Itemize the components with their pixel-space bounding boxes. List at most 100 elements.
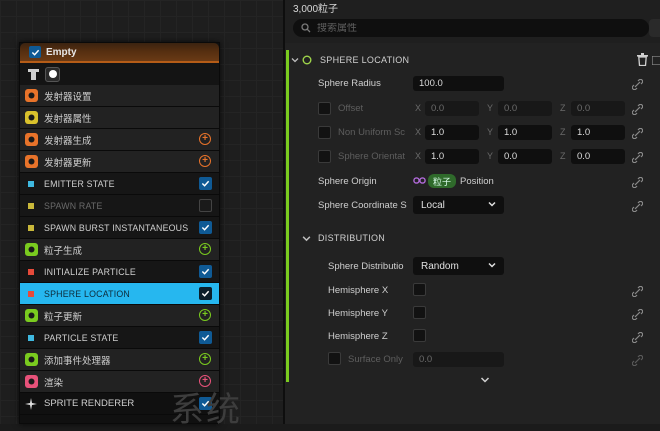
nonuniform-y-field[interactable]: 1.0 (498, 125, 552, 140)
sphere-distribution-value: Random (421, 260, 459, 272)
surface-only-field[interactable]: 0.0 (413, 352, 504, 367)
stack-row-initialize-particle[interactable]: INITIALIZE PARTICLE (20, 261, 219, 283)
link-icon[interactable] (632, 309, 643, 320)
sprite-preview-icon[interactable] (45, 66, 60, 82)
stack-row-label: 发射器生成 (44, 135, 92, 147)
offset-x-field[interactable]: 0.0 (425, 101, 479, 116)
module-icon (24, 331, 38, 345)
dots-icon[interactable] (652, 56, 660, 65)
add-module-icon[interactable]: + (199, 243, 211, 255)
hemisphere-x-checkbox[interactable] (413, 283, 426, 296)
module-enabled-checkbox[interactable] (199, 287, 212, 300)
stack-row-粒子更新[interactable]: 粒子更新 + (20, 305, 219, 327)
search-bar[interactable] (293, 19, 649, 37)
hemisphere-z-label: Hemisphere Z (328, 331, 388, 342)
trash-icon[interactable] (637, 53, 648, 66)
surface-only-checkbox[interactable] (328, 352, 341, 365)
stack-row-发射器属性[interactable]: 发射器属性 (20, 107, 219, 129)
origin-namespace-pill[interactable]: 粒子 (428, 174, 457, 188)
emitter-stack: 发射器设置发射器属性发射器生成 + 发射器更新 + EMITTER STATE SPAWN… (20, 85, 219, 415)
render-icon (24, 375, 38, 389)
axis-x-label: X (415, 103, 422, 113)
emitter-enabled-checkbox[interactable] (29, 46, 41, 58)
axis-z-label: Z (560, 103, 566, 113)
stack-row-particle-state[interactable]: PARTICLE STATE (20, 327, 219, 349)
module-enabled-checkbox[interactable] (199, 331, 212, 344)
module-icon (24, 199, 38, 213)
module-enabled-checkbox[interactable] (199, 265, 212, 278)
add-module-icon[interactable]: + (199, 353, 211, 365)
sphere-radius-field[interactable]: 100.0 (413, 76, 504, 91)
emitter-node-header[interactable]: Empty (20, 43, 219, 63)
pin-icon[interactable] (28, 68, 39, 80)
orientation-z-field[interactable]: 0.0 (571, 149, 625, 164)
offset-y-field[interactable]: 0.0 (498, 101, 552, 116)
stack-row-spawn-burst-instantaneous[interactable]: SPAWN BURST INSTANTANEOUS (20, 217, 219, 239)
module-icon (24, 265, 38, 279)
origin-value[interactable]: Position (460, 176, 494, 187)
link-icon[interactable] (632, 332, 643, 343)
link-icon[interactable] (632, 152, 643, 163)
offset-checkbox[interactable] (318, 102, 331, 115)
add-module-icon[interactable]: + (199, 309, 211, 321)
stack-row-label: 发射器更新 (44, 157, 92, 169)
emitter-node[interactable]: Empty 发射器设置发射器属性发射器生成 + 发射器更新 + EMITTER STAT… (19, 42, 220, 424)
stack-row-emitter-state[interactable]: EMITTER STATE (20, 173, 219, 195)
link-icon[interactable] (632, 286, 643, 297)
stack-row-发射器生成[interactable]: 发射器生成 + (20, 129, 219, 151)
stack-row-sphere-location[interactable]: SPHERE LOCATION (20, 283, 219, 305)
link-icon[interactable] (632, 355, 643, 366)
stack-row-label: INITIALIZE PARTICLE (44, 266, 136, 277)
add-module-icon[interactable]: + (199, 133, 211, 145)
link-icon[interactable] (632, 79, 643, 90)
stack-row-发射器更新[interactable]: 发射器更新 + (20, 151, 219, 173)
hemisphere-y-checkbox[interactable] (413, 306, 426, 319)
orientation-y-field[interactable]: 0.0 (498, 149, 552, 164)
graph-canvas[interactable]: Empty 发射器设置发射器属性发射器生成 + 发射器更新 + EMITTER STAT… (0, 0, 283, 430)
nonuniform-z-field[interactable]: 1.0 (571, 125, 625, 140)
orientation-x-field[interactable]: 1.0 (425, 149, 479, 164)
settings-button[interactable] (649, 19, 660, 37)
nonuniform-x-field[interactable]: 1.0 (425, 125, 479, 140)
link-icon[interactable] (632, 128, 643, 139)
module-enabled-checkbox[interactable] (199, 221, 212, 234)
expand-chevron-icon[interactable] (480, 376, 490, 384)
enable-module-icon[interactable] (302, 55, 312, 65)
stack-row-添加事件处理器[interactable]: 添加事件处理器 + (20, 349, 219, 371)
chevron-down-icon[interactable] (302, 234, 311, 243)
axis-y-label: Y (487, 127, 494, 137)
module-enabled-checkbox[interactable] (199, 177, 212, 190)
emitter-update-icon (24, 155, 38, 169)
stack-row-label: SPAWN BURST INSTANTANEOUS (44, 222, 189, 233)
offset-z-field[interactable]: 0.0 (571, 101, 625, 116)
add-module-icon[interactable]: + (199, 155, 211, 167)
sphere-orientation-checkbox[interactable] (318, 150, 331, 163)
stack-row-spawn-rate[interactable]: SPAWN RATE (20, 195, 219, 217)
nonuniform-scale-label: Non Uniform Sc (338, 127, 406, 138)
sphere-distribution-label: Sphere Distributio (328, 261, 404, 272)
stack-row-发射器设置[interactable]: 发射器设置 (20, 85, 219, 107)
axis-y-label: Y (487, 151, 494, 161)
details-panel: 3,000粒子 SPHERE LOCATION Sphere Radius 10… (285, 0, 660, 424)
coordinate-space-dropdown[interactable]: Local (413, 196, 504, 214)
event-handler-icon (24, 353, 38, 367)
parameter-link-icon[interactable] (413, 175, 426, 186)
link-icon[interactable] (632, 201, 643, 212)
link-icon[interactable] (632, 177, 643, 188)
module-icon (24, 177, 38, 191)
hemisphere-z-checkbox[interactable] (413, 329, 426, 342)
sprite-renderer-icon (24, 397, 38, 411)
sphere-distribution-dropdown[interactable]: Random (413, 257, 504, 275)
stack-row-label: SPAWN RATE (44, 200, 103, 211)
chevron-down-icon[interactable] (291, 56, 299, 64)
stack-row-label: 发射器属性 (44, 113, 92, 125)
properties-area: SPHERE LOCATION Sphere Radius 100.0 Offs… (285, 43, 660, 424)
chevron-down-icon (488, 262, 496, 268)
search-input[interactable] (317, 22, 597, 34)
axis-z-label: Z (560, 127, 566, 137)
link-icon[interactable] (632, 104, 643, 115)
particle-spawn-icon (24, 243, 38, 257)
module-enabled-checkbox[interactable] (199, 199, 212, 212)
nonuniform-scale-checkbox[interactable] (318, 126, 331, 139)
stack-row-粒子生成[interactable]: 粒子生成 + (20, 239, 219, 261)
